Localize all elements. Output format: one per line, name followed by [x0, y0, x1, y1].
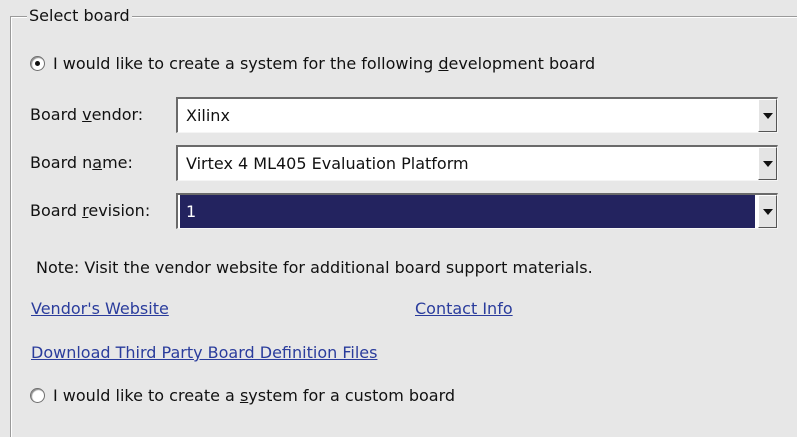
- custom-board-radio-option[interactable]: I would like to create a system for a cu…: [30, 384, 455, 406]
- board-name-value: Virtex 4 ML405 Evaluation Platform: [186, 154, 469, 173]
- contact-info-link[interactable]: Contact Info: [415, 298, 513, 320]
- board-revision-value: 1: [180, 195, 755, 228]
- vendor-website-link[interactable]: Vendor's Website: [31, 298, 169, 320]
- custom-board-radio-label: I would like to create a system for a cu…: [53, 385, 456, 405]
- board-revision-combobox[interactable]: 1: [176, 193, 778, 229]
- dev-board-radio-button[interactable]: [30, 55, 45, 71]
- board-vendor-combobox[interactable]: Xilinx: [176, 97, 778, 133]
- download-board-definition-link[interactable]: Download Third Party Board Definition Fi…: [31, 342, 377, 364]
- board-vendor-label: Board vendor:: [30, 105, 144, 124]
- board-revision-dropdown-arrow-icon[interactable]: [758, 195, 777, 228]
- dev-board-radio-label: I would like to create a system for the …: [53, 53, 596, 73]
- board-name-label: Board name:: [30, 153, 133, 172]
- board-name-dropdown-arrow-icon[interactable]: [758, 147, 777, 180]
- group-title: Select board: [27, 6, 132, 26]
- custom-board-radio-button[interactable]: [30, 387, 45, 403]
- dev-board-radio-option[interactable]: I would like to create a system for the …: [30, 52, 595, 74]
- board-revision-label: Board revision:: [30, 201, 151, 220]
- board-vendor-value: Xilinx: [186, 106, 230, 125]
- vendor-note: Note: Visit the vendor website for addit…: [36, 258, 593, 277]
- board-vendor-dropdown-arrow-icon[interactable]: [758, 99, 777, 132]
- board-name-combobox[interactable]: Virtex 4 ML405 Evaluation Platform: [176, 145, 778, 181]
